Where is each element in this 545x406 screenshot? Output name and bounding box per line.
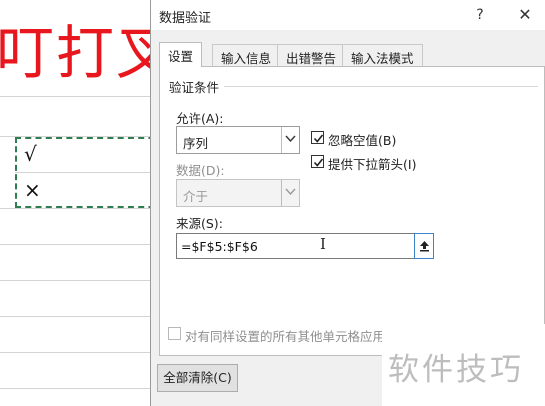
tab-settings[interactable]: 设置 bbox=[159, 42, 203, 67]
group-divider bbox=[224, 86, 538, 87]
settings-panel: 验证条件 允许(A): 序列 忽略空值(B) 提供下拉箭头(I) 数据(D): … bbox=[159, 66, 545, 356]
grid-line bbox=[0, 388, 155, 389]
grid-line bbox=[0, 352, 155, 353]
help-button[interactable]: ? bbox=[469, 4, 491, 26]
chevron-down-icon bbox=[281, 180, 299, 206]
data-select-value: 介于 bbox=[183, 189, 209, 204]
dropdown-arrow-label: 提供下拉箭头(I) bbox=[328, 157, 417, 172]
apply-all-checkbox[interactable]: 对有同样设置的所有其他单元格应用这些更改(P) bbox=[168, 325, 408, 343]
data-select: 介于 bbox=[176, 179, 300, 207]
allow-select-value: 序列 bbox=[183, 136, 209, 151]
grid-line bbox=[0, 316, 155, 317]
source-value: =$F$5:$F$6 bbox=[181, 239, 258, 254]
tab-input-message[interactable]: 输入信息 bbox=[212, 44, 281, 66]
source-input[interactable]: =$F$5:$F$6 bbox=[176, 233, 434, 259]
checkbox-checked-icon[interactable] bbox=[311, 131, 324, 144]
tab-ime-mode[interactable]: 输入法模式 bbox=[342, 44, 423, 66]
grid-line bbox=[0, 96, 155, 97]
grid-line bbox=[0, 244, 155, 245]
cell-cross-mark[interactable]: × bbox=[24, 178, 41, 202]
checkbox-empty-icon[interactable] bbox=[168, 327, 181, 340]
spreadsheet-background: 叮打叉 √ × bbox=[0, 0, 155, 406]
clear-all-button[interactable]: 全部清除(C) bbox=[157, 364, 238, 392]
allow-label: 允许(A): bbox=[176, 111, 224, 126]
validation-criteria-label: 验证条件 bbox=[169, 80, 220, 95]
tab-error-alert[interactable]: 出错警告 bbox=[277, 44, 346, 66]
watermark: 软件技巧 bbox=[382, 324, 545, 406]
data-label: 数据(D): bbox=[176, 163, 225, 178]
sheet-title-text: 叮打叉 bbox=[0, 19, 155, 87]
collapse-dialog-icon bbox=[420, 241, 429, 252]
watermark-text: 软件技巧 bbox=[388, 352, 524, 388]
checkbox-checked-icon[interactable] bbox=[311, 155, 324, 168]
collapse-dialog-button[interactable] bbox=[414, 233, 434, 259]
ibeam-cursor-icon: I bbox=[320, 235, 326, 253]
grid-line bbox=[0, 280, 155, 281]
grid-line bbox=[0, 208, 155, 209]
source-label: 来源(S): bbox=[176, 216, 223, 231]
ignore-blank-label: 忽略空值(B) bbox=[328, 133, 397, 148]
cell-check-mark[interactable]: √ bbox=[24, 142, 37, 166]
close-button[interactable]: ✕ bbox=[513, 4, 537, 26]
apply-all-label: 对有同样设置的所有其他单元格应用这些更改(P) bbox=[185, 329, 408, 343]
allow-select[interactable]: 序列 bbox=[176, 126, 300, 154]
chevron-down-icon[interactable] bbox=[281, 127, 299, 153]
dialog-titlebar[interactable]: 数据验证 ? ✕ bbox=[151, 0, 545, 30]
dialog-title: 数据验证 bbox=[159, 11, 212, 26]
